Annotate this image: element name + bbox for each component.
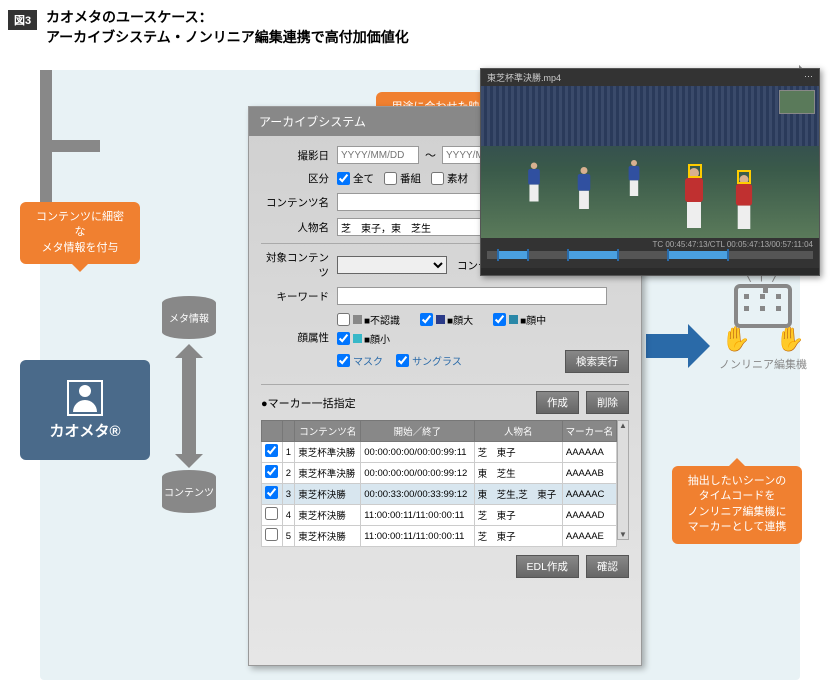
label-content-name: コンテンツ名 [261, 195, 337, 210]
db-contents-icon: コンテンツ [162, 470, 216, 514]
table-header: 人物名 [474, 421, 562, 442]
figure-title: カオメタのユースケース： アーカイブシステム・ノンリニア編集連携で高付加価値化 [46, 8, 409, 47]
chk-cat-program[interactable]: 番組 [384, 171, 421, 186]
label-target-content: 対象コンテンツ [261, 250, 337, 280]
diagram-canvas: コンテンツに細密なメタ情報を付与 用途に合わせた映像を効率的に抽出 抽出したいシ… [40, 70, 800, 680]
row-checkbox[interactable] [265, 486, 278, 499]
table-header [282, 421, 295, 442]
face-detect-box [688, 164, 702, 178]
table-scrollbar[interactable] [617, 420, 629, 540]
face-detect-box [737, 170, 751, 184]
arrow-icon [40, 152, 52, 202]
arrow-icon [40, 140, 100, 152]
table-row[interactable]: 1東芝杯準決勝00:00:00:00/00:00:99:11芝 東子AAAAAA [262, 442, 617, 463]
marker-table: コンテンツ名開始／終了人物名マーカー名 1東芝杯準決勝00:00:00:00/0… [261, 420, 617, 547]
table-row[interactable]: 4東芝杯決勝11:00:00:11/11:00:00:11芝 東子AAAAAD [262, 505, 617, 526]
keyword-input[interactable] [337, 287, 607, 305]
video-menu-icon[interactable]: ⋯ [804, 71, 813, 84]
create-button[interactable]: 作成 [536, 391, 579, 414]
row-checkbox[interactable] [265, 465, 278, 478]
table-row[interactable]: 5東芝杯決勝11:00:00:11/11:00:00:11芝 東子AAAAAE [262, 526, 617, 547]
nle-block: ╲ | ╱ ✋ ✋ ノンリニア編集機 [718, 284, 808, 372]
chk-face-unknown[interactable]: ■不認識 [337, 312, 400, 327]
callout-meta: コンテンツに細密なメタ情報を付与 [20, 202, 140, 264]
video-frame[interactable] [481, 86, 819, 238]
chk-cat-material[interactable]: 素材 [431, 171, 468, 186]
figure-label: 図3 [8, 10, 37, 30]
delete-button[interactable]: 削除 [586, 391, 629, 414]
target-content-select[interactable] [337, 256, 447, 274]
chk-mask[interactable]: マスク [337, 353, 383, 368]
nle-screen-icon [734, 284, 792, 328]
video-timecode: TC 00:45:47:13/CTL 00:05:47:13/00:57:11:… [487, 240, 813, 249]
edl-create-button[interactable]: EDL作成 [516, 555, 579, 578]
confirm-button[interactable]: 確認 [586, 555, 629, 578]
callout-marker: 抽出したいシーンのタイムコードをノンリニア編集機にマーカーとして連携 [672, 466, 802, 544]
table-row[interactable]: 3東芝杯決勝00:00:33:00/00:33:99:12東 芝生,芝 東子AA… [262, 484, 617, 505]
date-from-input[interactable] [337, 146, 419, 164]
chk-sunglass[interactable]: サングラス [396, 353, 462, 368]
date-separator: 〜 [425, 147, 436, 163]
video-player-panel: 東芝杯準決勝.mp4 ⋯ TC 00:45:47:13/CTL 00:05:47… [480, 68, 820, 276]
table-row[interactable]: 2東芝杯準決勝00:00:00:00/00:00:99:12東 芝生AAAAAB [262, 463, 617, 484]
table-header: コンテンツ名 [295, 421, 361, 442]
chk-face-small[interactable]: ■顔小 [337, 331, 390, 346]
table-header [262, 421, 283, 442]
kaometa-box: カオメタ® [20, 360, 150, 460]
table-header: マーカー名 [562, 421, 616, 442]
arrow-icon [40, 70, 52, 140]
arrow-to-nle-icon [646, 334, 688, 358]
video-timeline[interactable] [487, 251, 813, 259]
db-meta-icon: メタ情報 [162, 296, 216, 340]
marker-batch-label: ●マーカー一括指定 [261, 395, 356, 411]
label-shoot-date: 撮影日 [261, 148, 337, 163]
label-face-attr: 顔属性 [261, 312, 337, 345]
chk-face-mid[interactable]: ■顔中 [493, 312, 546, 327]
label-category: 区分 [261, 171, 337, 186]
table-header: 開始／終了 [361, 421, 474, 442]
label-keyword: キーワード [261, 289, 337, 304]
video-pip-thumb[interactable] [779, 90, 815, 114]
row-checkbox[interactable] [265, 444, 278, 457]
chk-cat-all[interactable]: 全て [337, 171, 374, 186]
face-scan-icon [67, 380, 103, 416]
arrow-bidir-icon [182, 358, 196, 454]
label-person-name: 人物名 [261, 220, 337, 235]
chk-face-large[interactable]: ■顔大 [420, 312, 473, 327]
row-checkbox[interactable] [265, 507, 278, 520]
search-button[interactable]: 検索実行 [565, 350, 629, 373]
video-filename: 東芝杯準決勝.mp4 [487, 71, 561, 84]
hands-icon: ✋ ✋ [718, 328, 808, 352]
row-checkbox[interactable] [265, 528, 278, 541]
